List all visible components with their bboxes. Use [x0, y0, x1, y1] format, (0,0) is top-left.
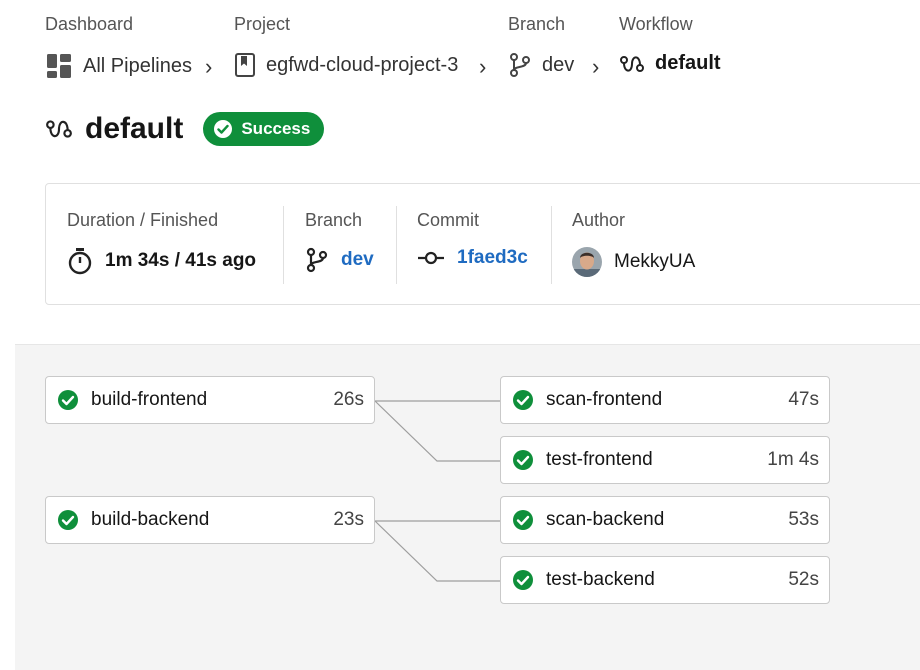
job-name: test-frontend — [546, 449, 653, 470]
branch-link[interactable]: dev — [508, 52, 574, 78]
job-card[interactable]: build-backend 23s — [45, 496, 375, 544]
breadcrumb-project: Project egfwd-cloud-project-3 — [234, 14, 458, 77]
branch-value-row: dev — [305, 247, 374, 273]
page-title: default — [85, 112, 184, 145]
job-duration: 53s — [788, 509, 819, 530]
git-branch-icon — [510, 53, 530, 77]
job-card[interactable]: scan-frontend 47s — [500, 376, 830, 424]
check-circle-icon — [513, 510, 533, 530]
dashboard-icon — [47, 54, 71, 78]
author-value-row: MekkyUA — [572, 247, 695, 277]
breadcrumb-dashboard-label: Dashboard — [45, 14, 134, 34]
breadcrumb-workflow: Workflow default — [619, 14, 721, 74]
job-name: build-frontend — [91, 389, 208, 410]
divider — [551, 206, 552, 284]
job-duration: 52s — [788, 569, 819, 590]
duration-label: Duration / Finished — [67, 210, 219, 230]
workflow-current: default — [619, 52, 721, 75]
check-circle-icon — [214, 120, 233, 138]
job-name: scan-backend — [546, 509, 665, 530]
workflow-name: default — [655, 52, 721, 74]
commit-label: Commit — [417, 210, 479, 230]
chevron-right-icon: › — [205, 54, 213, 79]
job-card[interactable]: build-frontend 26s — [45, 376, 375, 424]
all-pipelines-label: All Pipelines — [83, 54, 192, 77]
check-circle-icon — [513, 390, 533, 410]
workflow-graph: build-frontend 26s scan-frontend 47s tes… — [15, 344, 920, 670]
status-badge: Success — [203, 112, 325, 146]
job-name: build-backend — [91, 509, 210, 530]
job-card[interactable]: scan-backend 53s — [500, 496, 830, 544]
chevron-right-icon: › — [592, 54, 600, 79]
breadcrumb-dashboard: Dashboard All Pipelines — [45, 14, 192, 78]
workflow-icon — [46, 120, 72, 138]
job-duration: 26s — [333, 389, 364, 410]
duration-value-row: 1m 34s / 41s ago — [67, 247, 256, 275]
breadcrumb-workflow-label: Workflow — [619, 14, 693, 34]
breadcrumb-project-label: Project — [234, 14, 291, 34]
author-label: Author — [572, 210, 626, 230]
duration-value: 1m 34s / 41s ago — [105, 250, 257, 271]
git-branch-icon — [306, 247, 328, 273]
page-title-row: default Success — [45, 112, 325, 146]
bookmark-icon — [235, 53, 255, 77]
breadcrumb: Dashboard All Pipelines › Project egfwd-… — [45, 14, 920, 84]
divider — [396, 206, 397, 284]
job-duration: 1m 4s — [767, 449, 819, 470]
project-link[interactable]: egfwd-cloud-project-3 — [234, 52, 458, 78]
branch-name: dev — [542, 53, 575, 76]
chevron-right-icon: › — [479, 54, 487, 79]
check-circle-icon — [513, 450, 533, 470]
commit-link[interactable]: 1faed3c — [457, 247, 528, 269]
divider — [283, 206, 284, 284]
job-name: scan-frontend — [546, 389, 663, 410]
branch-link[interactable]: dev — [341, 249, 374, 271]
avatar — [572, 247, 602, 277]
breadcrumb-branch: Branch dev — [508, 14, 574, 77]
author-name: MekkyUA — [614, 251, 696, 272]
check-circle-icon — [58, 390, 78, 410]
workflow-icon — [620, 55, 644, 72]
git-commit-icon — [418, 251, 444, 265]
status-text: Success — [241, 119, 311, 138]
project-name: egfwd-cloud-project-3 — [266, 53, 459, 76]
breadcrumb-branch-label: Branch — [508, 14, 566, 34]
workflow-info-card: Duration / Finished 1m 34s / 41s ago Bra… — [45, 183, 920, 305]
job-card[interactable]: test-frontend 1m 4s — [500, 436, 830, 484]
check-circle-icon — [58, 510, 78, 530]
commit-value-row: 1faed3c — [417, 247, 528, 269]
stopwatch-icon — [68, 248, 92, 275]
job-card[interactable]: test-backend 52s — [500, 556, 830, 604]
job-name: test-backend — [546, 569, 655, 590]
branch-label: Branch — [305, 210, 363, 230]
all-pipelines-link[interactable]: All Pipelines — [45, 52, 192, 80]
check-circle-icon — [513, 570, 533, 590]
job-duration: 47s — [788, 389, 819, 410]
job-duration: 23s — [333, 509, 364, 530]
